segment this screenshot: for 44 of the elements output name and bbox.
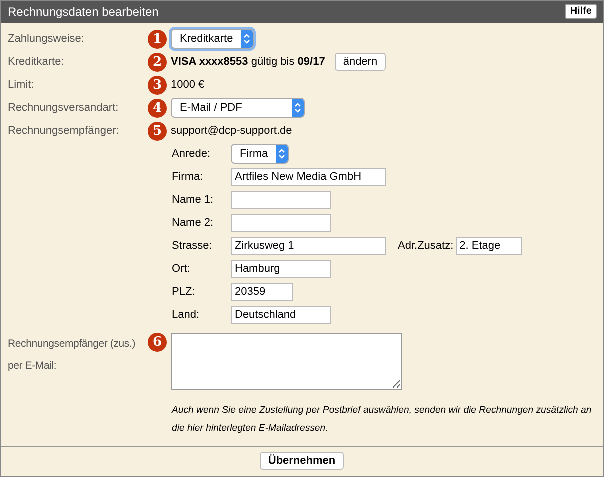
field-label: Kreditkarte:: [8, 56, 66, 68]
submit-button[interactable]: Übernehmen: [260, 452, 344, 470]
input-field[interactable]: Hamburg: [231, 260, 331, 278]
field-label: Rechnungsempfänger:: [8, 125, 120, 138]
field-label: Firma:: [172, 171, 204, 184]
card-info: VISA xxxx8553 gültig bis 09/17: [171, 56, 326, 68]
input-field[interactable]: 2. Etage: [456, 237, 522, 256]
step-badge: 5: [148, 122, 167, 141]
field-label: Name 2:: [172, 217, 215, 230]
change-button[interactable]: ändern: [335, 53, 386, 72]
info-note: Auch wenn Sie eine Zustellung per Postbrief auswählen, senden wir die Rechnungen zusätzlich an die hier hinterlegten E-Mailadressen.: [172, 404, 593, 436]
field-label: Adr.Zusatz:: [398, 240, 454, 252]
field-label: Ort:: [172, 263, 192, 276]
field-label: Strasse:: [172, 240, 214, 252]
updown-arrows-icon: [276, 145, 288, 164]
input-field[interactable]: [231, 191, 331, 210]
field-label: Land:: [172, 309, 201, 322]
input-field[interactable]: Zirkusweg 1: [231, 237, 386, 256]
panel-title: Rechnungsdaten bearbeiten: [8, 4, 159, 19]
input-field[interactable]: Deutschland: [231, 306, 331, 324]
field-label: Rechnungsempfänger (zus.) per E-Mail:: [8, 336, 136, 374]
field-label: Anrede:: [172, 148, 212, 160]
field-label: Limit:: [8, 79, 36, 92]
dropdown[interactable]: E-Mail / PDF: [171, 98, 305, 118]
input-field[interactable]: Artfiles New Media GmbH: [231, 168, 386, 186]
step-badge: 3: [148, 76, 167, 95]
input-field[interactable]: [231, 214, 331, 232]
step-badge: 2: [148, 52, 167, 72]
field-label: PLZ:: [172, 286, 196, 298]
step-badge: 1: [148, 30, 167, 49]
step-badge: 6: [148, 332, 167, 352]
input-field[interactable]: 20359: [231, 283, 293, 302]
dropdown[interactable]: Kreditkarte: [171, 29, 254, 50]
field-label: Rechnungsversandart:: [8, 102, 120, 114]
field-label: Zahlungsweise:: [8, 33, 86, 46]
updown-arrows-icon: [241, 30, 254, 48]
field-label: Name 1:: [172, 194, 215, 206]
updown-arrows-icon: [292, 99, 304, 118]
step-badge: 4: [148, 98, 167, 118]
help-button[interactable]: Hilfe: [565, 4, 597, 20]
field-value: 1000 €: [171, 79, 205, 92]
dropdown[interactable]: Firma: [231, 144, 290, 164]
email-textarea[interactable]: [171, 332, 402, 390]
field-value: support@dcp-support.de: [171, 125, 292, 138]
